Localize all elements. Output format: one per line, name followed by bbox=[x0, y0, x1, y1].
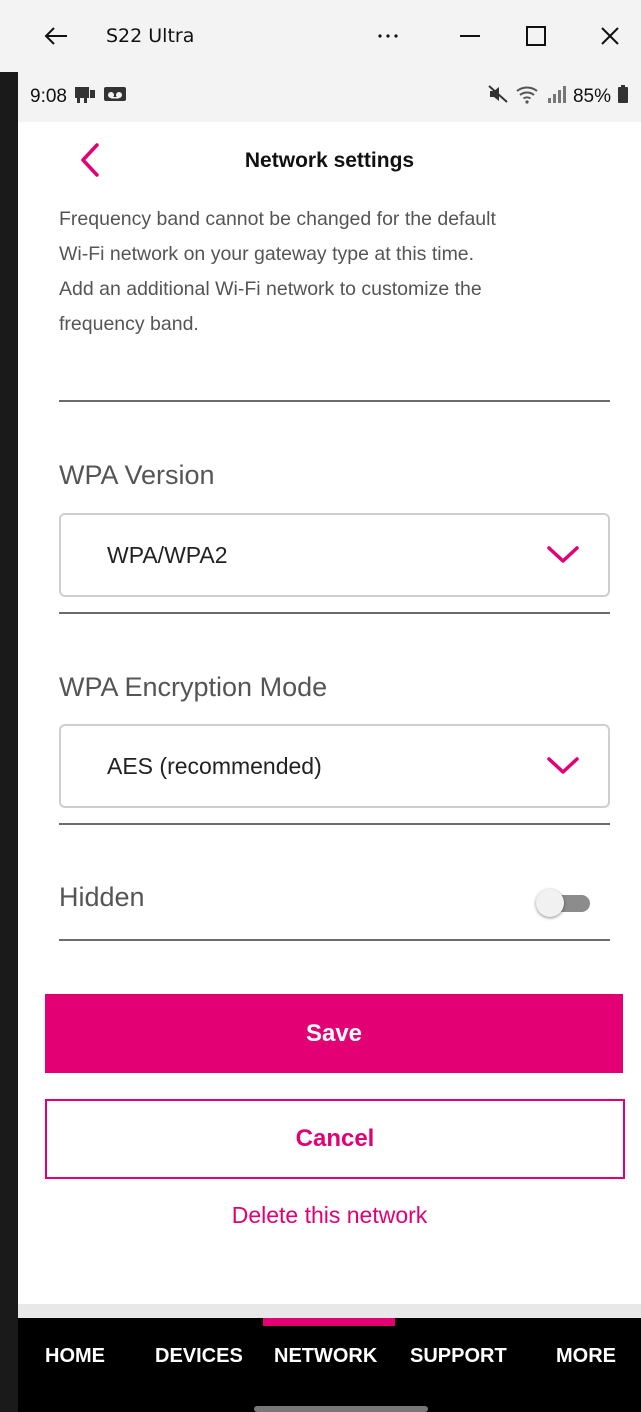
wpa-encryption-value: AES (recommended) bbox=[107, 752, 322, 779]
back-arrow-icon[interactable] bbox=[36, 0, 76, 72]
divider bbox=[59, 400, 610, 402]
wpa-version-value: WPA/WPA2 bbox=[107, 541, 228, 568]
nav-item-more[interactable]: MORE bbox=[556, 1336, 616, 1376]
wpa-version-label: WPA Version bbox=[59, 460, 215, 490]
app-header: Network settings bbox=[18, 122, 641, 200]
divider bbox=[59, 939, 610, 941]
hidden-label: Hidden bbox=[59, 882, 145, 912]
notification-icon bbox=[73, 84, 97, 110]
nav-item-home[interactable]: HOME bbox=[45, 1336, 105, 1376]
toggle-knob bbox=[536, 889, 564, 917]
status-bar: 9:08 85% bbox=[18, 72, 641, 122]
save-button[interactable]: Save bbox=[45, 994, 623, 1073]
mute-icon bbox=[487, 84, 509, 110]
wifi-icon bbox=[515, 84, 541, 110]
home-indicator-bar bbox=[254, 1406, 428, 1412]
frequency-band-note: Frequency band cannot be changed for the… bbox=[59, 208, 496, 335]
divider bbox=[59, 823, 610, 825]
page-title: Network settings bbox=[244, 149, 415, 172]
chevron-down-icon bbox=[546, 726, 580, 806]
wpa-encryption-label: WPA Encryption Mode bbox=[59, 672, 328, 702]
nav-item-network[interactable]: NETWORK bbox=[274, 1336, 377, 1376]
phone-screen: 9:08 85% Network settings Frequency band… bbox=[18, 72, 641, 1412]
delete-network-link[interactable]: Delete this network bbox=[18, 1202, 641, 1229]
signal-icon bbox=[547, 84, 567, 110]
active-tab-indicator bbox=[263, 1318, 395, 1326]
battery-icon bbox=[617, 84, 629, 110]
window-border bbox=[0, 72, 18, 1412]
hidden-toggle[interactable] bbox=[536, 889, 592, 917]
window-titlebar: S22 Ultra bbox=[0, 0, 641, 72]
nav-item-support[interactable]: SUPPORT bbox=[410, 1336, 507, 1376]
window-title: S22 Ultra bbox=[106, 25, 195, 47]
content-bottom-band bbox=[18, 1304, 641, 1318]
nav-item-devices[interactable]: DEVICES bbox=[155, 1336, 243, 1376]
divider bbox=[59, 612, 610, 614]
chevron-down-icon bbox=[546, 515, 580, 595]
more-icon[interactable] bbox=[368, 0, 408, 72]
battery-percent: 85% bbox=[572, 86, 611, 107]
wpa-encryption-select[interactable]: AES (recommended) bbox=[59, 724, 610, 808]
bottom-navigation: HOME DEVICES NETWORK SUPPORT MORE bbox=[18, 1318, 641, 1412]
wpa-version-select[interactable]: WPA/WPA2 bbox=[59, 513, 610, 597]
voicemail-icon bbox=[103, 84, 127, 110]
close-icon[interactable] bbox=[590, 0, 630, 72]
minimize-icon[interactable] bbox=[450, 0, 490, 72]
status-time: 9:08 bbox=[30, 86, 67, 107]
cancel-button[interactable]: Cancel bbox=[45, 1099, 625, 1179]
maximize-icon[interactable] bbox=[516, 0, 556, 72]
